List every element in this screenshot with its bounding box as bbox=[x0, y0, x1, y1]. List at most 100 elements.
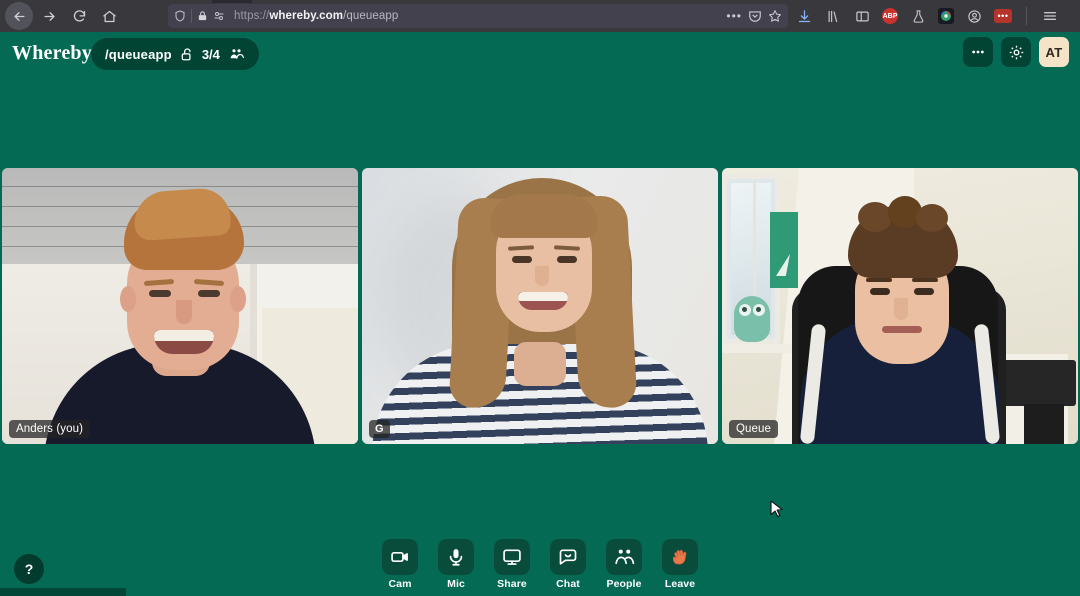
lock-icon[interactable] bbox=[197, 10, 208, 22]
person-nose bbox=[894, 298, 908, 320]
video-stream-g bbox=[362, 168, 718, 444]
person-mouth bbox=[154, 330, 214, 354]
toolbar-item-cam[interactable]: Cam bbox=[377, 539, 423, 590]
url-text[interactable]: https://whereby.com/queueapp bbox=[230, 10, 398, 22]
unlocked-padlock-icon[interactable] bbox=[180, 47, 194, 62]
person-curl bbox=[916, 204, 948, 232]
share-button[interactable] bbox=[494, 539, 530, 575]
toolbar-item-share[interactable]: Share bbox=[489, 539, 535, 590]
room-info-pill[interactable]: /queueapp 3/4 bbox=[91, 38, 259, 70]
person-neck bbox=[514, 342, 566, 386]
shield-icon[interactable] bbox=[174, 10, 186, 22]
whereby-app: Whereby /queueapp 3/4 AT Anders (you) G … bbox=[0, 32, 1080, 596]
hamburger-menu-icon[interactable] bbox=[1041, 7, 1059, 25]
bottom-edge-strip bbox=[0, 588, 126, 596]
person-eye-right bbox=[198, 290, 220, 297]
toolbar-item-chat[interactable]: Chat bbox=[545, 539, 591, 590]
waving-hand-icon bbox=[670, 547, 690, 567]
microphone-icon bbox=[446, 547, 466, 567]
browser-toolbar-icons: ABP ••• bbox=[795, 0, 1059, 32]
video-tile-anders[interactable]: Anders (you) bbox=[2, 168, 358, 444]
person-nose bbox=[176, 300, 192, 324]
person-eye-right bbox=[557, 256, 577, 263]
urlbar-divider bbox=[191, 9, 192, 23]
chat-button[interactable] bbox=[550, 539, 586, 575]
toolbar-item-leave[interactable]: Leave bbox=[657, 539, 703, 590]
header-actions: AT bbox=[963, 37, 1069, 67]
downloads-icon[interactable] bbox=[795, 7, 813, 25]
adblock-extension-icon[interactable]: ABP bbox=[882, 8, 898, 24]
mic-button[interactable] bbox=[438, 539, 474, 575]
room-name: /queueapp bbox=[105, 46, 172, 62]
monitor-icon bbox=[502, 547, 522, 567]
people-label: People bbox=[606, 578, 642, 590]
permissions-icon[interactable] bbox=[213, 10, 225, 22]
sidebar-icon[interactable] bbox=[853, 7, 871, 25]
participant-name-label: Anders (you) bbox=[9, 420, 91, 438]
science-extension-icon[interactable] bbox=[909, 7, 927, 25]
url-bar[interactable]: https://whereby.com/queueapp ••• bbox=[168, 4, 788, 28]
library-icon[interactable] bbox=[824, 7, 842, 25]
person-mouth bbox=[518, 292, 568, 310]
toolbar-item-mic[interactable]: Mic bbox=[433, 539, 479, 590]
toolbar-divider bbox=[1026, 7, 1027, 25]
scene-queue bbox=[722, 168, 1078, 444]
person-brow-left bbox=[866, 278, 892, 282]
owl-figurine bbox=[734, 296, 770, 342]
person-brow-right bbox=[912, 278, 938, 282]
person-ear-right bbox=[230, 286, 246, 312]
leave-button[interactable] bbox=[662, 539, 698, 575]
pc-tower bbox=[1024, 404, 1064, 444]
person-nose bbox=[535, 266, 549, 286]
whereby-logo[interactable]: Whereby bbox=[12, 42, 92, 65]
url-protocol: https:// bbox=[234, 10, 270, 22]
pocket-icon[interactable] bbox=[748, 9, 762, 23]
back-button[interactable] bbox=[5, 2, 33, 30]
video-stream-queue bbox=[722, 168, 1078, 444]
chat-label: Chat bbox=[556, 578, 580, 590]
cam-button[interactable] bbox=[382, 539, 418, 575]
wall-poster bbox=[770, 212, 798, 288]
participant-count: 3/4 bbox=[201, 46, 220, 62]
mic-label: Mic bbox=[447, 578, 465, 590]
leave-label: Leave bbox=[664, 578, 696, 590]
person-ear-left bbox=[120, 286, 136, 312]
settings-button[interactable] bbox=[1001, 37, 1031, 67]
video-grid: Anders (you) G Queue bbox=[2, 168, 1078, 444]
colorful-extension-icon[interactable] bbox=[938, 8, 954, 24]
browser-nav-buttons bbox=[0, 2, 123, 30]
meeting-toolbar: Cam Mic Share Chat People Leave bbox=[0, 539, 1080, 590]
scene-anders bbox=[2, 168, 358, 444]
reload-button[interactable] bbox=[65, 2, 93, 30]
url-domain: whereby.com bbox=[269, 10, 344, 22]
red-extension-icon[interactable]: ••• bbox=[994, 9, 1012, 23]
browser-chrome: https://whereby.com/queueapp ••• ABP ••• bbox=[0, 0, 1080, 32]
people-button[interactable] bbox=[606, 539, 642, 575]
person-eye-right bbox=[914, 288, 934, 295]
forward-button[interactable] bbox=[35, 2, 63, 30]
person-eye-left bbox=[512, 256, 532, 263]
person-eye-left bbox=[149, 290, 171, 297]
home-button[interactable] bbox=[95, 2, 123, 30]
user-avatar[interactable]: AT bbox=[1039, 37, 1069, 67]
video-tile-queue[interactable]: Queue bbox=[722, 168, 1078, 444]
page-actions-ellipsis-icon[interactable]: ••• bbox=[726, 10, 742, 22]
account-icon[interactable] bbox=[965, 7, 983, 25]
video-tile-g[interactable]: G bbox=[362, 168, 718, 444]
camera-icon bbox=[390, 547, 410, 567]
participant-name-label: G bbox=[369, 420, 390, 438]
people-icon bbox=[614, 547, 635, 567]
url-path: /queueapp bbox=[343, 10, 399, 22]
participant-name-label: Queue bbox=[729, 420, 779, 438]
cam-label: Cam bbox=[388, 578, 412, 590]
monitor bbox=[1002, 360, 1076, 406]
share-label: Share bbox=[497, 578, 527, 590]
person-fringe bbox=[490, 194, 598, 238]
toolbar-item-people[interactable]: People bbox=[601, 539, 647, 590]
chat-bubble-icon bbox=[558, 547, 578, 567]
people-icon[interactable] bbox=[228, 47, 245, 62]
urlbar-actions: ••• bbox=[726, 9, 782, 23]
tab-strip-stub bbox=[212, 0, 252, 3]
more-options-button[interactable] bbox=[963, 37, 993, 67]
bookmark-star-icon[interactable] bbox=[768, 9, 782, 23]
